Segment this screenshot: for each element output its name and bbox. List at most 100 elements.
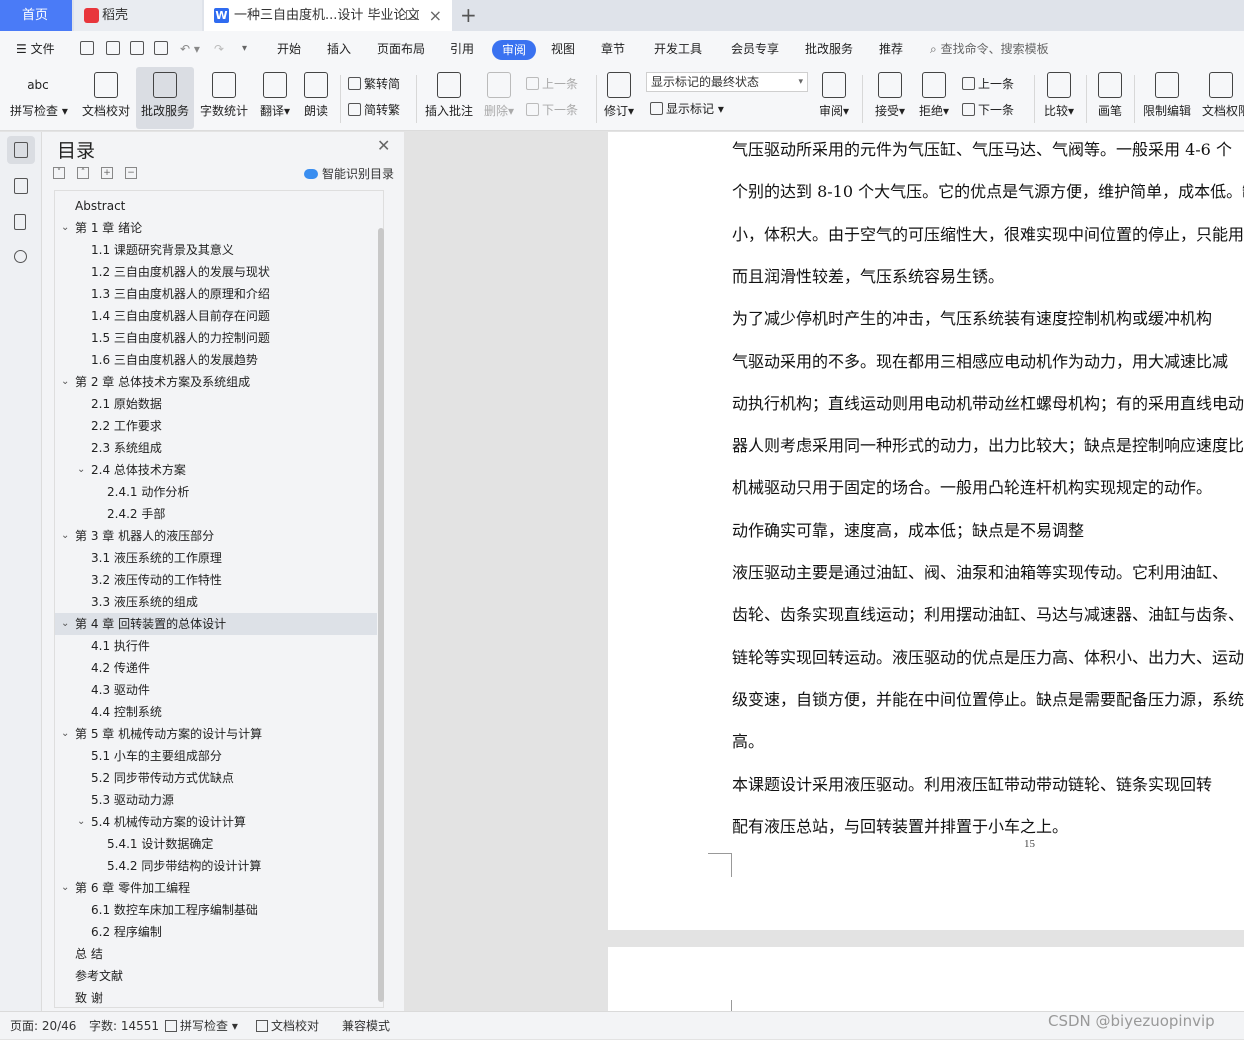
- expand-up-icon[interactable]: ˄: [77, 167, 89, 179]
- toc-item[interactable]: 3.1 液压系统的工作原理: [55, 547, 377, 569]
- toc-item[interactable]: 4.2 传递件: [55, 657, 377, 679]
- chevron-down-icon[interactable]: ⌄: [61, 525, 69, 547]
- toc-item[interactable]: 6.2 程序编制: [55, 921, 377, 943]
- file-menu[interactable]: ☰ 文件: [16, 31, 55, 67]
- toc-item[interactable]: ⌄ 第 2 章 总体技术方案及系统组成: [55, 371, 377, 393]
- add-heading-icon[interactable]: +: [101, 167, 113, 179]
- status-spell-check[interactable]: 拼写检查 ▾: [165, 1012, 238, 1040]
- menu-tab-6[interactable]: 章节: [601, 31, 625, 67]
- toc-item[interactable]: 5.1 小车的主要组成部分: [55, 745, 377, 767]
- undo-icon[interactable]: ↶ ▾: [180, 31, 200, 67]
- toc-item[interactable]: 5.3 驱动动力源: [55, 789, 377, 811]
- menu-tab-0[interactable]: 开始: [277, 31, 301, 67]
- toc-item[interactable]: 1.5 三自由度机器人的力控制问题: [55, 327, 377, 349]
- toc-item[interactable]: 致 谢: [55, 987, 377, 1009]
- spell-check-button[interactable]: abc 拼写检查 ▾: [10, 67, 68, 129]
- toc-item[interactable]: 2.4.1 动作分析: [55, 481, 377, 503]
- next-comment-button[interactable]: 下一条: [526, 101, 578, 118]
- toc-item[interactable]: 6.1 数控车床加工程序编制基础: [55, 899, 377, 921]
- toc-item[interactable]: 2.1 原始数据: [55, 393, 377, 415]
- menu-tab-9[interactable]: 批改服务: [805, 31, 853, 67]
- find-button[interactable]: [7, 244, 35, 272]
- chapter-nav-button[interactable]: [7, 172, 35, 200]
- chevron-down-icon[interactable]: ⌄: [61, 217, 69, 239]
- chevron-down-icon[interactable]: ⌄: [61, 613, 69, 635]
- correction-service-button[interactable]: 批改服务: [136, 67, 194, 129]
- new-tab-button[interactable]: +: [460, 0, 477, 30]
- tab-document[interactable]: W 一种三自由度机...设计 毕业论文 ×: [204, 0, 452, 31]
- trad-to-simp-button[interactable]: 繁转简: [348, 75, 400, 92]
- chevron-down-icon[interactable]: ⌄: [61, 877, 69, 899]
- toc-item[interactable]: 1.4 三自由度机器人目前存在问题: [55, 305, 377, 327]
- simp-to-trad-button[interactable]: 简转繁: [348, 101, 400, 118]
- toc-item[interactable]: ⌄ 2.4 总体技术方案: [55, 459, 377, 481]
- toc-item[interactable]: ⌄ 5.4 机械传动方案的设计计算: [55, 811, 377, 833]
- toc-item[interactable]: 5.4.1 设计数据确定: [55, 833, 377, 855]
- toc-item[interactable]: 总 结: [55, 943, 377, 965]
- page-indicator[interactable]: 页面: 20/46: [10, 1012, 76, 1040]
- menu-tab-8[interactable]: 会员专享: [731, 31, 779, 67]
- menu-tab-1[interactable]: 插入: [327, 31, 351, 67]
- save-icon[interactable]: [80, 41, 94, 55]
- read-aloud-button[interactable]: 朗读: [300, 67, 332, 129]
- toc-item[interactable]: ⌄ 第 3 章 机器人的液压部分: [55, 525, 377, 547]
- toc-item[interactable]: ⌄ 第 1 章 绪论: [55, 217, 377, 239]
- word-count-indicator[interactable]: 字数: 14551: [89, 1012, 159, 1040]
- toc-item[interactable]: ⌄ 第 5 章 机械传动方案的设计与计算: [55, 723, 377, 745]
- chevron-down-icon[interactable]: ⌄: [77, 811, 85, 833]
- toc-item[interactable]: 2.4.2 手部: [55, 503, 377, 525]
- translate-button[interactable]: 翻译▾: [256, 67, 294, 129]
- toc-item[interactable]: Abstract: [55, 195, 377, 217]
- print-icon[interactable]: [130, 41, 144, 55]
- toc-item[interactable]: 4.3 驱动件: [55, 679, 377, 701]
- menu-tab-10[interactable]: 推荐: [879, 31, 903, 67]
- toc-item[interactable]: 2.2 工作要求: [55, 415, 377, 437]
- collapse-all-icon[interactable]: ˅: [53, 167, 65, 179]
- remove-heading-icon[interactable]: −: [125, 167, 137, 179]
- status-proofread[interactable]: 文档校对: [256, 1012, 319, 1040]
- print-preview-icon[interactable]: [154, 41, 168, 55]
- toc-item[interactable]: 5.2 同步带传动方式优缺点: [55, 767, 377, 789]
- restrict-edit-button[interactable]: 限制编辑: [1140, 67, 1194, 129]
- proofread-button[interactable]: 文档校对: [78, 67, 134, 129]
- review-pane-button[interactable]: 审阅▾: [814, 67, 854, 129]
- toc-item[interactable]: 3.3 液压系统的组成: [55, 591, 377, 613]
- toc-item[interactable]: 参考文献: [55, 965, 377, 987]
- toc-item[interactable]: 1.1 课题研究背景及其意义: [55, 239, 377, 261]
- tab-home[interactable]: 首页: [0, 0, 72, 31]
- prev-change-button[interactable]: 上一条: [962, 75, 1014, 92]
- toc-item[interactable]: 4.4 控制系统: [55, 701, 377, 723]
- export-pdf-icon[interactable]: [106, 41, 120, 55]
- toc-item[interactable]: 1.2 三自由度机器人的发展与现状: [55, 261, 377, 283]
- show-markup-button[interactable]: 显示标记 ▾: [650, 100, 724, 117]
- markup-state-select[interactable]: 显示标记的最终状态 ▾: [646, 72, 808, 92]
- toc-item[interactable]: 3.2 液压传动的工作特性: [55, 569, 377, 591]
- smart-toc-button[interactable]: 智能识别目录: [304, 165, 394, 182]
- close-tab-icon[interactable]: ×: [429, 0, 442, 31]
- menu-tab-5[interactable]: 视图: [551, 31, 575, 67]
- toc-item[interactable]: 1.6 三自由度机器人的发展趋势: [55, 349, 377, 371]
- close-icon[interactable]: ✕: [377, 136, 390, 155]
- toc-item[interactable]: 5.4.2 同步带结构的设计计算: [55, 855, 377, 877]
- toc-scrollbar[interactable]: [378, 228, 384, 1002]
- chevron-down-icon[interactable]: ⌄: [77, 459, 85, 481]
- prev-comment-button[interactable]: 上一条: [526, 75, 578, 92]
- compare-button[interactable]: 比较▾: [1040, 67, 1078, 129]
- toc-item[interactable]: 2.3 系统组成: [55, 437, 377, 459]
- bookmark-button[interactable]: [7, 208, 35, 236]
- menu-tab-3[interactable]: 引用: [450, 31, 474, 67]
- doc-permission-button[interactable]: 文档权限: [1198, 67, 1244, 129]
- menu-tab-2[interactable]: 页面布局: [377, 31, 425, 67]
- delete-comment-button[interactable]: 删除▾: [480, 67, 518, 129]
- next-change-button[interactable]: 下一条: [962, 101, 1014, 118]
- toc-item[interactable]: ⌄ 第 4 章 回转装置的总体设计: [55, 613, 377, 635]
- chevron-down-icon[interactable]: ⌄: [61, 723, 69, 745]
- command-search[interactable]: ⌕ 查找命令、搜索模板: [930, 31, 1049, 67]
- redo-icon[interactable]: ↷: [214, 31, 224, 67]
- chevron-down-icon[interactable]: ⌄: [61, 371, 69, 393]
- tab-daoke[interactable]: 稻壳: [74, 0, 202, 31]
- menu-tab-4[interactable]: 审阅: [492, 40, 537, 60]
- toc-item[interactable]: 4.1 执行件: [55, 635, 377, 657]
- track-changes-button[interactable]: 修订▾: [600, 67, 638, 129]
- toc-item[interactable]: ⌄ 第 6 章 零件加工编程: [55, 877, 377, 899]
